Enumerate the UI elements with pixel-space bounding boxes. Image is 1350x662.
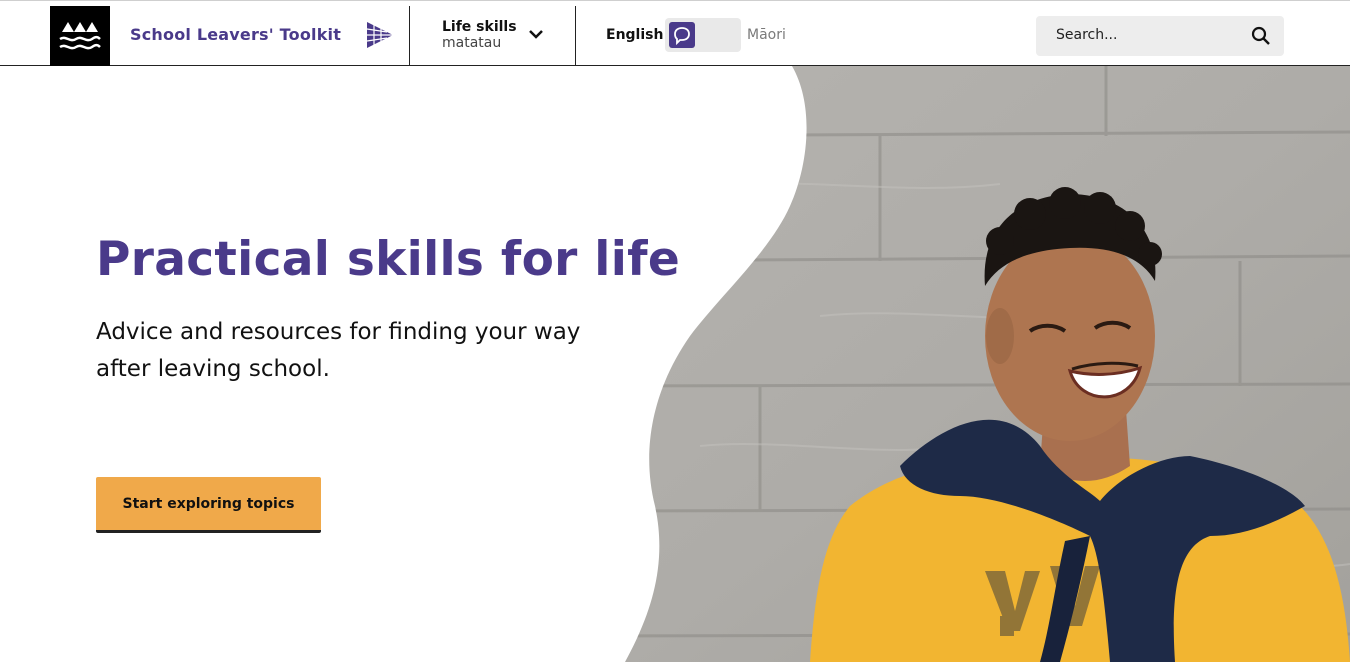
section-menu[interactable]: Life skills matatau <box>442 19 517 51</box>
site-title-link[interactable]: School Leavers' Toolkit <box>130 25 341 44</box>
start-exploring-button[interactable]: Start exploring topics <box>96 477 321 533</box>
waves-mountains-logo-icon[interactable] <box>50 6 110 66</box>
section-title: Life skills <box>442 19 517 35</box>
header-divider <box>409 6 410 66</box>
speech-bubble-icon <box>674 27 690 46</box>
section-subtitle: matatau <box>442 35 502 51</box>
site-header: School Leavers' Toolkit Life skills mata… <box>0 0 1350 66</box>
search-box[interactable]: Search... <box>1036 16 1284 56</box>
hero-title: Practical skills for life <box>96 232 681 287</box>
triangle-arrow-icon <box>366 22 393 48</box>
chevron-down-icon[interactable] <box>528 28 544 40</box>
language-english-label[interactable]: English <box>606 27 663 43</box>
search-icon[interactable] <box>1251 26 1271 46</box>
header-divider <box>575 6 576 66</box>
language-toggle[interactable] <box>665 18 741 52</box>
toggle-knob <box>669 22 695 48</box>
search-input[interactable]: Search... <box>1056 27 1117 43</box>
hero-subtitle: Advice and resources for finding your wa… <box>96 319 581 382</box>
language-maori-label[interactable]: Māori <box>747 27 786 43</box>
